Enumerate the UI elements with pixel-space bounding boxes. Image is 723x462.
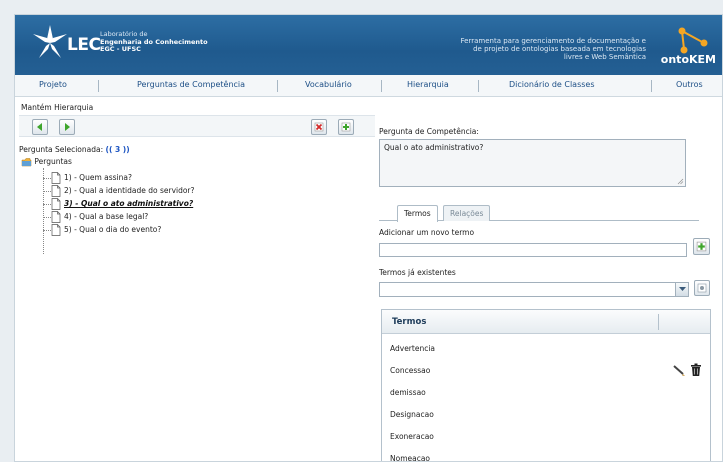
tagline-line-2: de projeto de ontologias baseada em tecn… xyxy=(473,45,646,53)
term-name: Nomeacao xyxy=(390,454,431,462)
arrow-left-icon xyxy=(37,123,42,131)
term-row[interactable]: Concessao xyxy=(382,360,710,382)
tagline: Ferramenta para gerenciamento de documen… xyxy=(366,37,646,61)
term-name: Exoneracao xyxy=(390,432,434,441)
question-text: Qual o ato administrativo? xyxy=(384,143,484,152)
terms-column-header: Termos xyxy=(392,317,427,327)
terms-table-header: Termos xyxy=(382,310,710,334)
lab-name: Laboratório de Engenharia do Conheciment… xyxy=(100,30,208,54)
menu-separator xyxy=(478,80,479,92)
add-icon xyxy=(696,241,707,252)
term-row[interactable]: Designacao xyxy=(382,404,710,426)
menu-hierarquia[interactable]: Hierarquia xyxy=(407,80,449,89)
document-icon xyxy=(51,172,61,184)
existing-terms-label: Termos já existentes xyxy=(379,268,456,277)
delete-icon xyxy=(314,122,324,132)
document-icon xyxy=(51,198,61,210)
arrow-right-icon xyxy=(65,123,70,131)
add-term-label: Adicionar um novo termo xyxy=(379,228,475,237)
hierarchy-toolbar xyxy=(19,115,375,137)
menu-outros[interactable]: Outros xyxy=(676,80,703,89)
document-icon xyxy=(51,211,61,223)
main-menu: Projeto Perguntas de Competência Vocabul… xyxy=(15,75,722,97)
folder-icon xyxy=(21,158,32,167)
menu-separator xyxy=(381,80,382,92)
panel-title: Mantém Hierarquia xyxy=(21,103,94,112)
selected-label: Pergunta Selecionada: xyxy=(19,145,104,154)
menu-vocabulario[interactable]: Vocabulário xyxy=(305,80,352,89)
question-label: Pergunta de Competência: xyxy=(379,127,479,136)
tab-relacoes[interactable]: Relações xyxy=(443,205,491,221)
new-term-input[interactable] xyxy=(379,243,687,257)
move-right-button[interactable] xyxy=(59,119,75,135)
tagline-line-3: livres e Web Semântica xyxy=(563,53,646,61)
term-row[interactable]: Advertencia xyxy=(382,338,710,360)
resize-grip-icon[interactable] xyxy=(677,178,684,185)
move-left-button[interactable] xyxy=(32,119,48,135)
lec-logo-icon xyxy=(33,25,67,58)
document-icon xyxy=(51,224,61,236)
insert-icon xyxy=(697,283,707,293)
terms-table: Termos Advertencia Concessao demissao Desig… xyxy=(381,309,711,462)
tree-root[interactable]: Perguntas xyxy=(21,157,72,167)
add-term-button[interactable] xyxy=(693,238,710,255)
term-name: Advertencia xyxy=(390,344,436,353)
edit-pencil-icon[interactable] xyxy=(672,363,686,377)
tree-item-label: 3) - Qual o ato administrativo? xyxy=(64,199,194,208)
menu-separator xyxy=(98,80,99,92)
term-row[interactable]: Exoneracao xyxy=(382,426,710,448)
menu-perguntas[interactable]: Perguntas de Competência xyxy=(137,80,245,89)
tree-item-label: 1) - Quem assina? xyxy=(64,173,132,182)
tree-item-label: 2) - Qual a identidade do servidor? xyxy=(64,186,195,195)
tree-connector xyxy=(43,191,51,192)
tab-termos[interactable]: Termos xyxy=(397,205,438,222)
column-separator[interactable] xyxy=(658,314,659,330)
dropdown-arrow[interactable] xyxy=(675,283,688,296)
tree-connector xyxy=(43,178,51,179)
tree-root-label: Perguntas xyxy=(34,157,72,166)
question-textarea[interactable]: Qual o ato administrativo? xyxy=(379,139,686,187)
term-row[interactable]: Nomeacao xyxy=(382,448,710,462)
menu-separator xyxy=(651,80,652,92)
trash-icon[interactable] xyxy=(690,363,702,377)
selected-value: (( 3 )) xyxy=(105,145,130,154)
term-name: Designacao xyxy=(390,410,434,419)
row-actions xyxy=(672,363,702,377)
tree-connector xyxy=(43,217,51,218)
menu-dicionario[interactable]: Dicionário de Classes xyxy=(509,80,595,89)
existing-terms-select[interactable] xyxy=(379,282,689,297)
selected-question: Pergunta Selecionada: (( 3 )) xyxy=(19,145,130,154)
chevron-down-icon xyxy=(679,287,686,291)
delete-button[interactable] xyxy=(311,119,327,135)
term-row[interactable]: demissao xyxy=(382,382,710,404)
menu-separator xyxy=(277,80,278,92)
add-button[interactable] xyxy=(338,119,354,135)
tree-item-label: 5) - Qual o dia do evento? xyxy=(64,225,162,234)
term-name: demissao xyxy=(390,388,426,397)
header-banner: LEC Laboratório de Engenharia do Conheci… xyxy=(15,15,722,75)
tree-connector xyxy=(43,204,51,205)
tree-connector xyxy=(43,168,44,254)
term-name: Concessao xyxy=(390,366,431,375)
add-icon xyxy=(341,122,351,132)
product-name: ontoKEM xyxy=(660,53,716,66)
tab-bar: Termos Relações xyxy=(379,205,699,222)
insert-existing-button[interactable] xyxy=(694,280,710,296)
tree-item-label: 4) - Qual a base legal? xyxy=(64,212,149,221)
lab-line-3: EGC - UFSC xyxy=(100,45,141,53)
menu-projeto[interactable]: Projeto xyxy=(39,80,67,89)
lec-logo-text: LEC xyxy=(67,35,101,55)
tree-connector xyxy=(43,230,51,231)
document-icon xyxy=(51,185,61,197)
app-window: LEC Laboratório de Engenharia do Conheci… xyxy=(14,14,723,462)
tagline-line-1: Ferramenta para gerenciamento de documen… xyxy=(460,37,646,45)
